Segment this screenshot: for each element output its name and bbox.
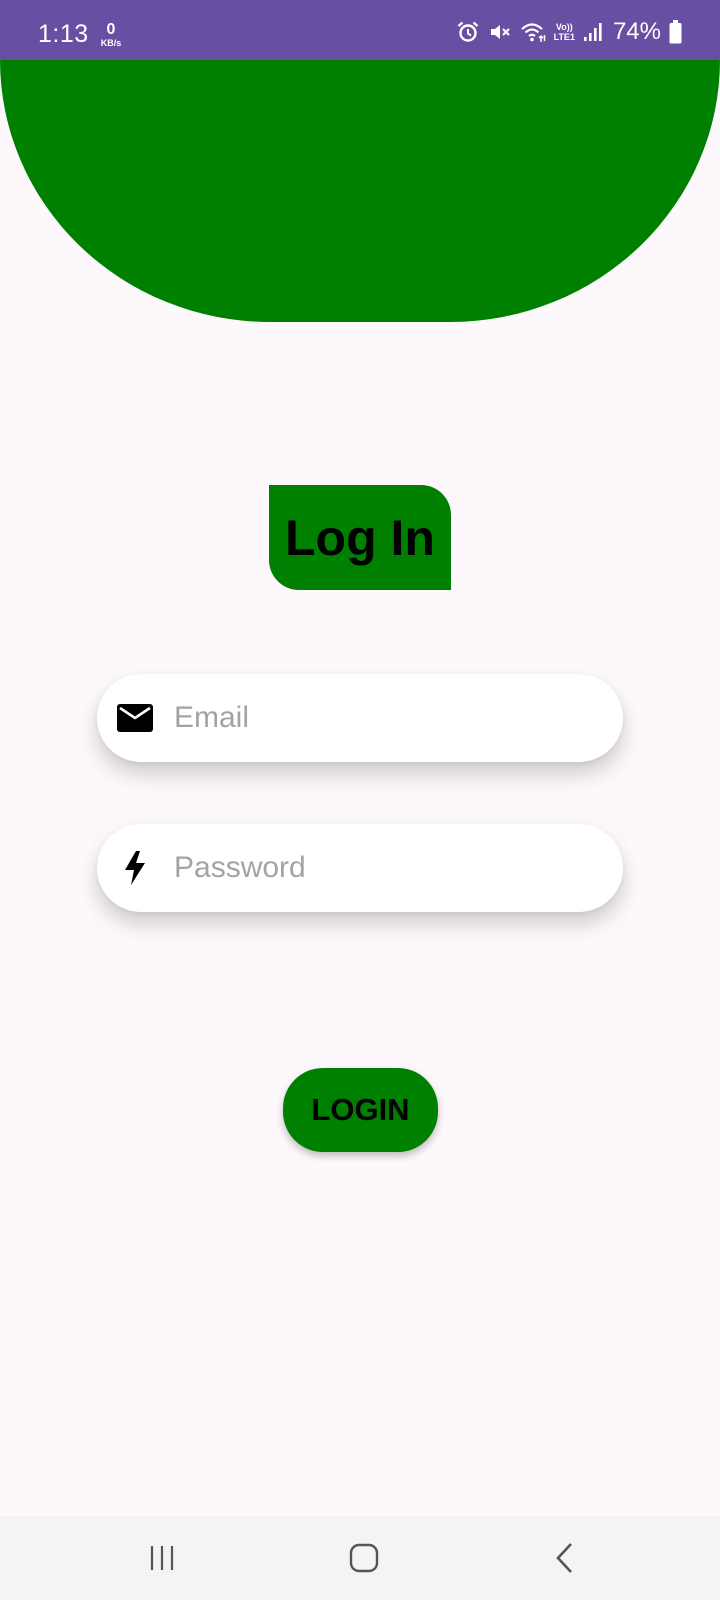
status-icons: Vo)) LTE1 74% — [456, 18, 682, 46]
signal-icon — [583, 23, 602, 41]
network-speed-unit: KB/s — [100, 38, 122, 48]
volte-line1: Vo)) — [555, 22, 573, 32]
volte-icon: Vo)) LTE1 — [554, 22, 575, 42]
password-field[interactable] — [97, 824, 623, 912]
wifi-icon — [520, 23, 545, 42]
recents-button[interactable] — [132, 1536, 192, 1580]
page-title: Log In — [285, 509, 435, 566]
home-button[interactable] — [334, 1536, 394, 1580]
back-icon — [556, 1543, 572, 1573]
status-time: 1:13 — [38, 20, 89, 48]
battery-percent: 74% — [612, 18, 661, 45]
status-bar: 1:13 0 KB/s Vo)) LTE1 74% — [0, 0, 720, 60]
email-input[interactable] — [174, 674, 604, 762]
back-button[interactable] — [535, 1536, 595, 1580]
alarm-icon — [457, 21, 478, 42]
recents-icon — [150, 1546, 174, 1570]
home-icon — [349, 1543, 379, 1573]
title-badge: Log In — [269, 485, 451, 590]
network-speed: 0 KB/s — [96, 22, 126, 48]
login-button[interactable]: LOGIN — [283, 1068, 438, 1152]
mute-icon — [490, 25, 510, 39]
network-speed-value: 0 — [106, 21, 116, 38]
volte-line2: LTE1 — [553, 32, 575, 42]
mail-icon — [117, 700, 153, 736]
hero-header-shape — [0, 60, 720, 322]
battery-icon — [669, 20, 682, 44]
password-input[interactable] — [174, 824, 604, 912]
email-field[interactable] — [97, 674, 623, 762]
bolt-icon — [117, 850, 153, 886]
system-nav-bar — [0, 1516, 720, 1600]
